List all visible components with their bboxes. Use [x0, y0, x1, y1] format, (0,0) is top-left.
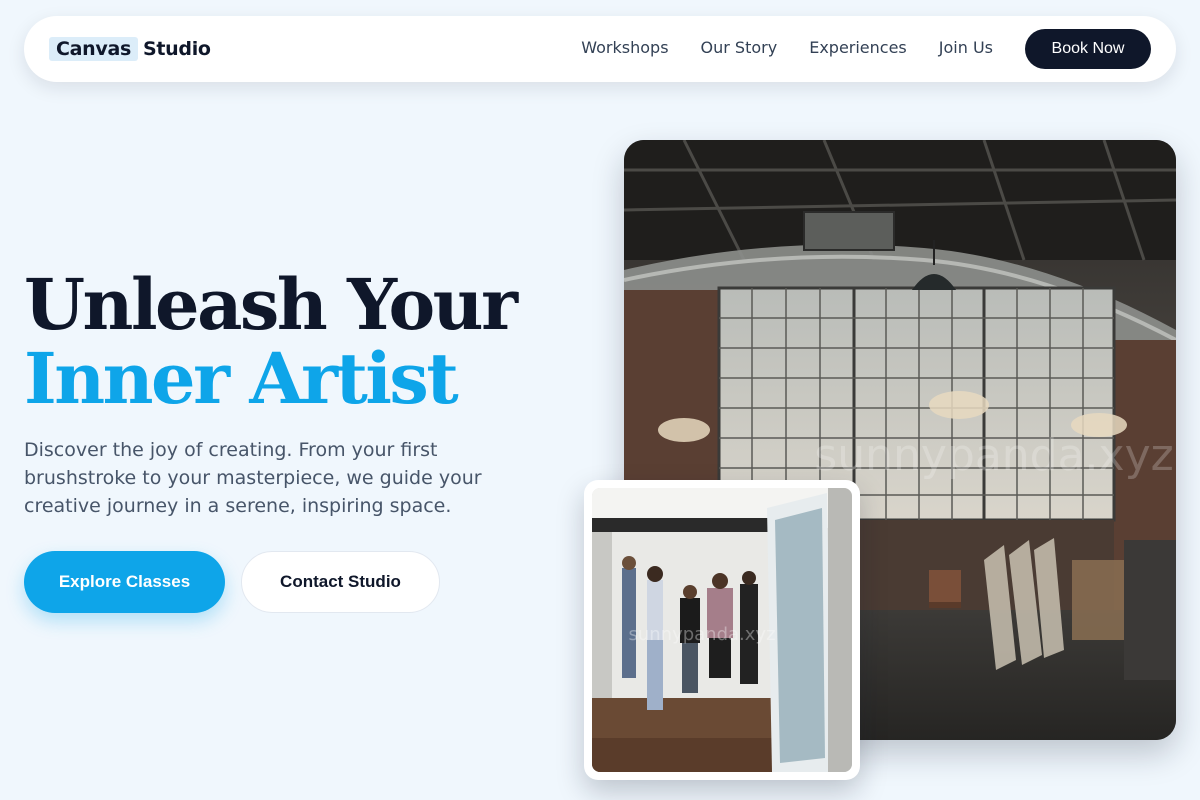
logo[interactable]: Canvas Studio [49, 36, 211, 62]
hero-title: Unleash Your Inner Artist [24, 263, 518, 420]
contact-studio-button[interactable]: Contact Studio [241, 551, 440, 613]
navbar: Canvas Studio Workshops Our Story Experi… [24, 16, 1176, 82]
hero-description: Discover the joy of creating. From your … [24, 439, 482, 517]
logo-text: Studio [143, 38, 211, 60]
gallery-visitors-photo: sunnypanda.xyz [592, 488, 852, 772]
explore-classes-button[interactable]: Explore Classes [24, 551, 225, 613]
nav-link-experiences[interactable]: Experiences [809, 38, 907, 60]
logo-mark: Canvas [49, 37, 139, 61]
hero-title-line1: Unleash Your [24, 263, 518, 346]
inset-photo-watermark: sunnypanda.xyz [628, 624, 775, 645]
nav-links: Workshops Our Story Experiences Join Us [581, 38, 993, 60]
hero-title-line2: Inner Artist [24, 337, 459, 420]
book-now-button[interactable]: Book Now [1025, 29, 1151, 69]
nav-link-our-story[interactable]: Our Story [701, 38, 778, 60]
main-photo-watermark: sunnypanda.xyz [814, 430, 1173, 481]
gallery-photo-card: sunnypanda.xyz [584, 480, 860, 780]
nav-link-workshops[interactable]: Workshops [581, 38, 668, 60]
nav-link-join-us[interactable]: Join Us [939, 38, 993, 60]
